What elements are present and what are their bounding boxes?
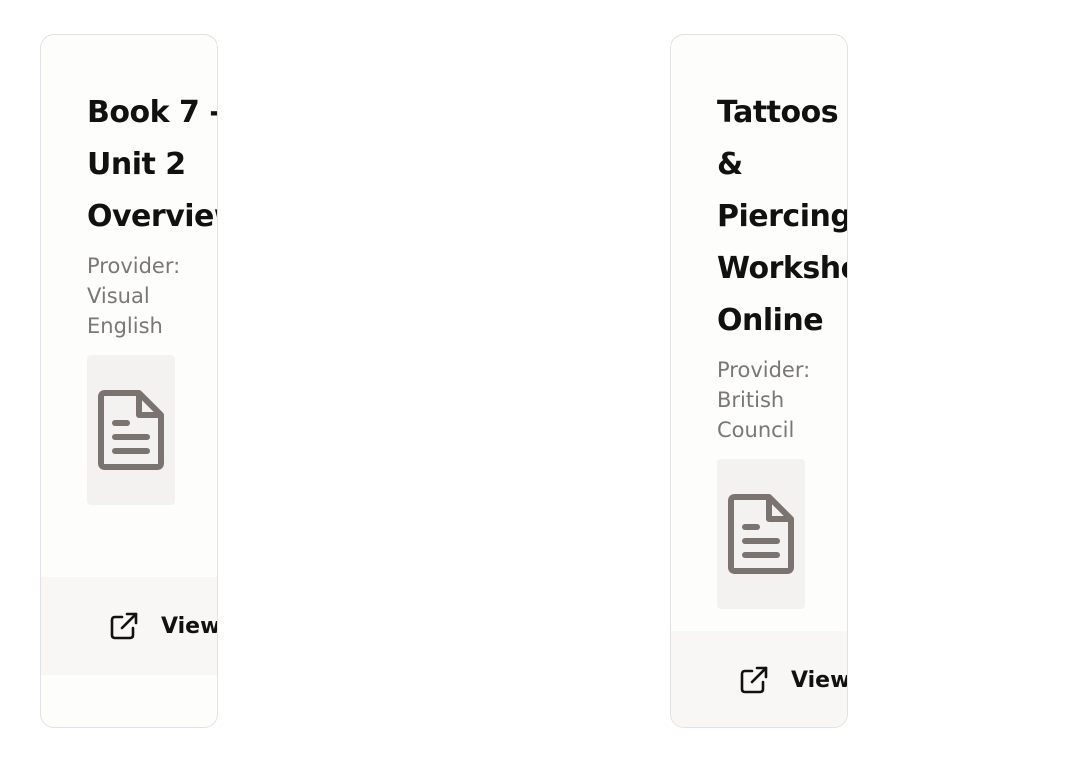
card-provider: Provider: British Council: [717, 358, 811, 442]
card-thumbnail[interactable]: [87, 355, 175, 505]
card-footer: View: [41, 577, 217, 675]
card-footer: View: [671, 631, 848, 727]
view-button[interactable]: View: [109, 611, 218, 641]
card-body: Book 7 - Unit 2 Overview Provider: Visua…: [87, 87, 217, 505]
view-label: View: [791, 667, 848, 693]
view-label: View: [161, 613, 218, 639]
document-icon: [728, 494, 794, 574]
view-button[interactable]: View: [739, 665, 848, 695]
external-link-icon: [109, 611, 139, 641]
card-body: Tattoos & Piercings Worksheet Online Pro…: [717, 87, 847, 609]
external-link-icon: [739, 665, 769, 695]
card-thumbnail[interactable]: [717, 459, 805, 609]
document-icon: [98, 390, 164, 470]
card-title[interactable]: Tattoos & Piercings Worksheet Online: [717, 87, 847, 347]
resource-card: Book 7 - Unit 2 Overview Provider: Visua…: [40, 34, 218, 728]
card-provider: Provider: Visual English: [87, 254, 181, 338]
resource-card: Tattoos & Piercings Worksheet Online Pro…: [670, 34, 848, 728]
card-title[interactable]: Book 7 - Unit 2 Overview: [87, 87, 217, 243]
